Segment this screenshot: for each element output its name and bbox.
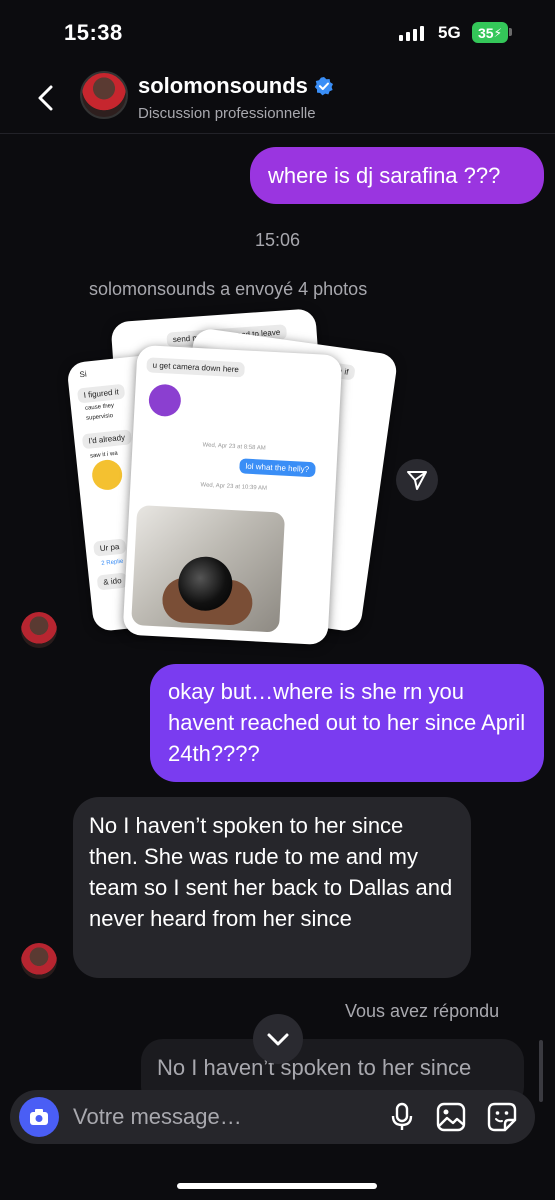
photos-sent-label: solomonsounds a envoyé 4 photos <box>89 279 368 299</box>
photo-text: I figured it <box>76 383 126 404</box>
home-indicator <box>177 1183 377 1189</box>
verified-icon <box>314 77 333 96</box>
photo-text: Si <box>79 369 88 380</box>
photo-text: & ido <box>96 572 129 591</box>
gallery-icon[interactable] <box>435 1101 467 1133</box>
incoming-message[interactable]: No I haven’t spoken to her since then. S… <box>73 797 471 978</box>
share-icon[interactable] <box>396 459 438 501</box>
photo-text: cause they <box>84 402 115 412</box>
battery-icon: 35 ⚡ <box>472 22 508 43</box>
outgoing-message[interactable]: where is dj sarafina ??? <box>250 147 544 204</box>
signal-icon <box>399 25 424 41</box>
photo-text: u get camera down here <box>146 357 246 378</box>
photo-text: saw it i wa <box>89 450 119 460</box>
chevron-down-icon[interactable] <box>253 1014 303 1064</box>
photo-card[interactable]: u get camera down here Wed, Apr 23 at 8:… <box>122 344 343 646</box>
contact-name[interactable]: solomonsounds <box>138 73 334 99</box>
photo-text: 2 Replie <box>101 558 124 567</box>
microphone-icon[interactable] <box>386 1101 418 1133</box>
battery-tip <box>509 28 512 36</box>
sweat-smile-emoji-icon <box>90 458 124 492</box>
photo-stack[interactable]: send me bread i need to leave I'm joking… <box>66 308 399 650</box>
status-bar: 15:38 5G 35 ⚡ <box>0 0 555 62</box>
photo-text: supervisio <box>85 412 114 422</box>
replied-label: Vous avez répondu <box>345 1001 500 1021</box>
avatar[interactable] <box>21 943 57 979</box>
chat-header: solomonsounds Discussion professionnelle <box>0 62 555 134</box>
photo-text: I'd already <box>81 429 132 450</box>
avatar[interactable] <box>21 612 57 648</box>
camera-icon[interactable] <box>19 1097 59 1137</box>
avatar[interactable] <box>80 71 128 119</box>
message-input[interactable] <box>73 1103 373 1131</box>
battery-level: 35 <box>477 24 494 41</box>
photo-text: Ur pa <box>93 538 127 557</box>
back-icon[interactable] <box>30 82 62 114</box>
devil-emoji-icon <box>148 383 182 418</box>
photo-date: Wed, Apr 23 at 10:39 AM <box>200 482 268 492</box>
username: solomonsounds <box>138 73 308 98</box>
photo-text: lol what the helly? <box>239 458 316 478</box>
outgoing-message[interactable]: okay but…where is she rn you havent reac… <box>150 664 544 782</box>
scrollbar[interactable] <box>539 1040 543 1102</box>
camera-photo <box>131 505 286 633</box>
photo-date: Wed, Apr 23 at 8:58 AM <box>202 442 266 452</box>
status-time: 15:38 <box>64 20 123 45</box>
message-composer <box>10 1090 535 1144</box>
network-type: 5G <box>438 23 461 42</box>
sticker-icon[interactable] <box>486 1101 518 1133</box>
chat-subtitle: Discussion professionnelle <box>138 105 316 122</box>
message-timestamp: 15:06 <box>254 230 301 250</box>
